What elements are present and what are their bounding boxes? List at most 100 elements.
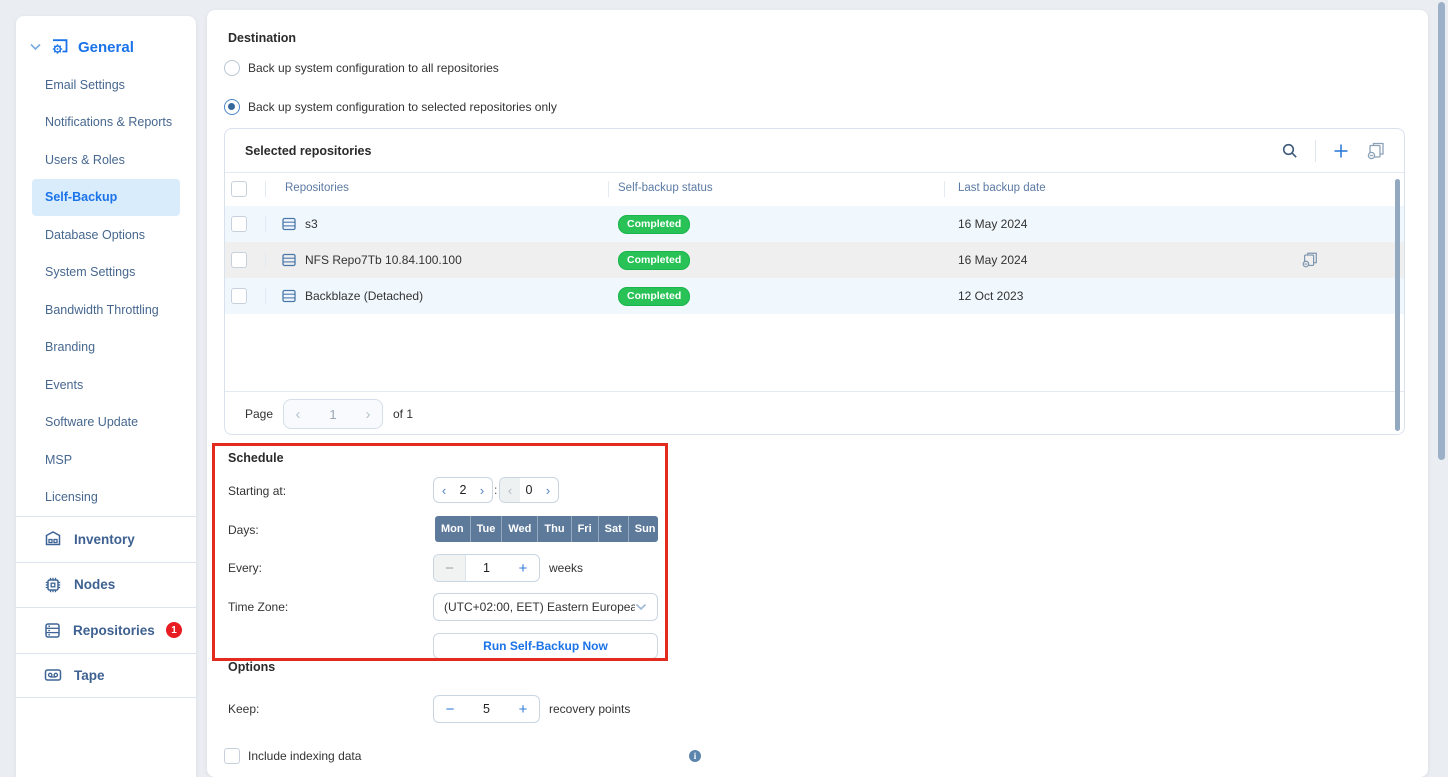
table-row[interactable]: s3 Completed 16 May 2024 <box>225 206 1404 242</box>
hour-spinner: ‹ 2 › <box>433 477 493 503</box>
repository-name: s3 <box>305 217 318 231</box>
repository-icon <box>281 252 297 268</box>
main-content: Destination Back up system configuration… <box>207 10 1428 777</box>
sidebar-item-nodes[interactable]: Nodes <box>16 562 196 608</box>
radio-selected-repositories-label[interactable]: Back up system configuration to selected… <box>248 100 557 114</box>
repository-icon <box>281 288 297 304</box>
keep-decrement-button[interactable]: − <box>434 696 466 722</box>
sidebar-item-repositories[interactable]: Repositories 1 <box>16 607 196 653</box>
sidebar-item-events[interactable]: Events <box>16 366 196 404</box>
panel-title: Selected repositories <box>245 144 371 158</box>
row-checkbox[interactable] <box>231 216 247 232</box>
repositories-icon <box>43 621 62 640</box>
timezone-label: Time Zone: <box>228 600 288 614</box>
sidebar-item-tape-label: Tape <box>74 668 105 683</box>
run-self-backup-button[interactable]: Run Self-Backup Now <box>433 633 658 659</box>
day-wed-button[interactable]: Wed <box>502 516 538 542</box>
remove-repository-icon[interactable] <box>1366 141 1386 161</box>
status-badge: Completed <box>618 287 690 306</box>
sidebar: General Email Settings Notifications & R… <box>16 16 196 777</box>
sidebar-item-database-options[interactable]: Database Options <box>16 216 196 254</box>
keep-value[interactable]: 5 <box>466 702 507 716</box>
nodes-icon <box>43 575 63 595</box>
sidebar-item-tape[interactable]: Tape <box>16 653 196 699</box>
sidebar-item-self-backup[interactable]: Self-Backup <box>32 179 180 217</box>
hour-decrement-button[interactable]: ‹ <box>434 478 454 502</box>
pagination-label: Page <box>245 407 273 421</box>
last-backup-date: 16 May 2024 <box>958 253 1027 267</box>
search-icon[interactable] <box>1281 142 1299 160</box>
column-repositories[interactable]: Repositories <box>285 182 349 194</box>
sidebar-group-general[interactable]: General <box>16 16 196 56</box>
day-fri-button[interactable]: Fri <box>572 516 599 542</box>
toolbar-divider <box>1315 140 1316 162</box>
starting-at-label: Starting at: <box>228 484 286 498</box>
sidebar-item-notifications-reports[interactable]: Notifications & Reports <box>16 104 196 142</box>
page-prev-button[interactable]: ‹ <box>284 406 312 423</box>
sidebar-general-items: Email Settings Notifications & Reports U… <box>16 66 196 516</box>
repository-icon <box>281 216 297 232</box>
day-sun-button[interactable]: Sun <box>629 516 658 542</box>
column-last-backup[interactable]: Last backup date <box>958 182 1046 194</box>
every-value[interactable]: 1 <box>466 561 507 575</box>
sidebar-item-bandwidth-throttling[interactable]: Bandwidth Throttling <box>16 291 196 329</box>
sidebar-item-users-roles[interactable]: Users & Roles <box>16 141 196 179</box>
sidebar-item-system-settings[interactable]: System Settings <box>16 254 196 292</box>
sidebar-item-email-settings[interactable]: Email Settings <box>16 66 196 104</box>
hour-increment-button[interactable]: › <box>472 478 492 502</box>
status-badge: Completed <box>618 215 690 234</box>
radio-all-repositories[interactable] <box>224 60 240 76</box>
every-stepper: − 1 + <box>433 554 540 582</box>
sidebar-item-licensing[interactable]: Licensing <box>16 479 196 517</box>
minute-spinner: ‹ 0 › <box>499 477 559 503</box>
keep-stepper: − 5 + <box>433 695 540 723</box>
days-selector: Mon Tue Wed Thu Fri Sat Sun <box>435 516 658 542</box>
keep-label: Keep: <box>228 702 259 716</box>
every-label: Every: <box>228 561 262 575</box>
table-row[interactable]: Backblaze (Detached) Completed 12 Oct 20… <box>225 278 1404 314</box>
selected-repositories-panel: Selected repositories <box>224 128 1405 435</box>
repository-name: Backblaze (Detached) <box>305 289 423 303</box>
remove-row-icon[interactable] <box>1301 251 1319 269</box>
panel-scrollbar-thumb[interactable] <box>1395 179 1400 431</box>
sidebar-item-msp[interactable]: MSP <box>16 441 196 479</box>
last-backup-date: 12 Oct 2023 <box>958 289 1023 303</box>
day-thu-button[interactable]: Thu <box>538 516 571 542</box>
add-repository-icon[interactable] <box>1332 142 1350 160</box>
every-increment-button[interactable]: + <box>507 555 539 581</box>
row-checkbox[interactable] <box>231 252 247 268</box>
day-sat-button[interactable]: Sat <box>599 516 629 542</box>
radio-all-repositories-label[interactable]: Back up system configuration to all repo… <box>248 61 499 75</box>
keep-increment-button[interactable]: + <box>507 696 539 722</box>
days-label: Days: <box>228 523 259 537</box>
timezone-dropdown[interactable]: (UTC+02:00, EET) Eastern European... <box>433 593 658 621</box>
every-decrement-button[interactable]: − <box>434 555 466 581</box>
minute-decrement-button[interactable]: ‹ <box>500 478 520 502</box>
select-all-checkbox[interactable] <box>231 181 247 197</box>
last-backup-date: 16 May 2024 <box>958 217 1027 231</box>
table-header-row: Repositories Self-backup status Last bac… <box>225 173 1404 206</box>
page-scrollbar-thumb[interactable] <box>1438 2 1445 460</box>
sidebar-item-nodes-label: Nodes <box>74 577 115 592</box>
include-indexing-checkbox[interactable] <box>224 748 240 764</box>
table-row[interactable]: NFS Repo7Tb 10.84.100.100 Completed 16 M… <box>225 242 1404 278</box>
sidebar-item-software-update[interactable]: Software Update <box>16 404 196 442</box>
sidebar-item-branding[interactable]: Branding <box>16 329 196 367</box>
sidebar-item-inventory[interactable]: Inventory <box>16 516 196 562</box>
repository-name: NFS Repo7Tb 10.84.100.100 <box>305 253 462 267</box>
page-next-button[interactable]: › <box>354 406 382 423</box>
hour-value[interactable]: 2 <box>454 483 472 497</box>
timezone-value: (UTC+02:00, EET) Eastern European... <box>444 600 635 614</box>
destination-heading: Destination <box>228 31 296 45</box>
include-indexing-label[interactable]: Include indexing data <box>248 749 361 763</box>
day-mon-button[interactable]: Mon <box>435 516 471 542</box>
minute-value[interactable]: 0 <box>520 483 538 497</box>
page-number-input[interactable]: 1 <box>312 407 354 422</box>
radio-selected-repositories[interactable] <box>224 99 240 115</box>
column-status[interactable]: Self-backup status <box>618 182 713 194</box>
row-checkbox[interactable] <box>231 288 247 304</box>
status-badge: Completed <box>618 251 690 270</box>
day-tue-button[interactable]: Tue <box>471 516 503 542</box>
info-icon[interactable]: i <box>689 750 701 762</box>
minute-increment-button[interactable]: › <box>538 478 558 502</box>
